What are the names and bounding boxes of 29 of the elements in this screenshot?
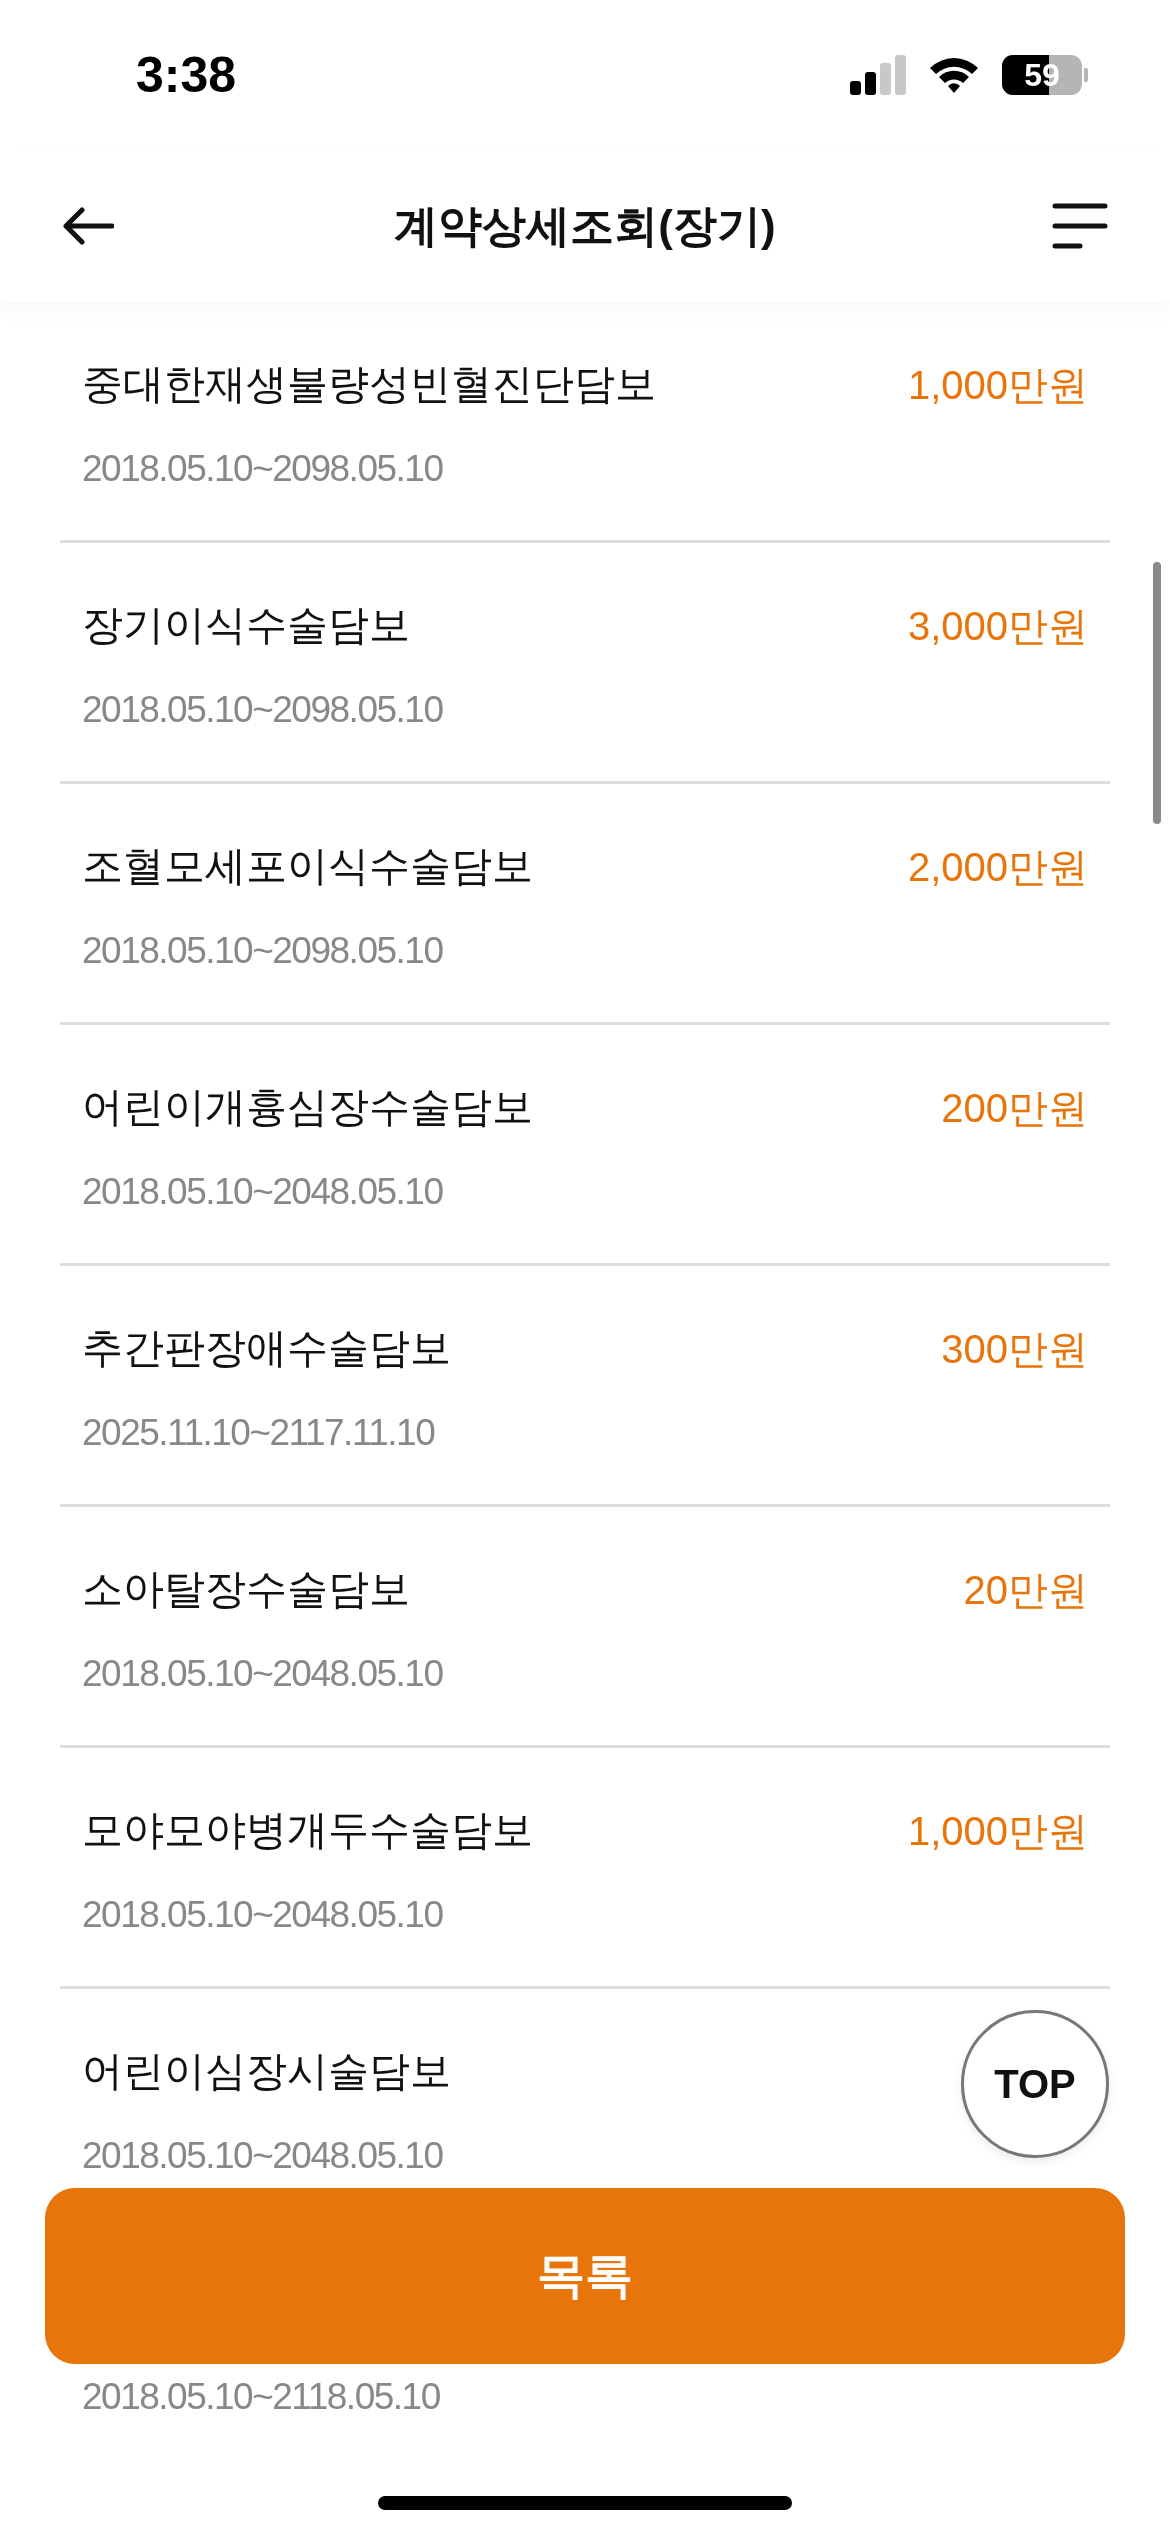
coverage-period: 2018.05.10~2048.05.10 <box>82 1893 444 1937</box>
status-time: 3:38 <box>136 45 237 105</box>
coverage-period: 2018.05.10~2118.05.10 <box>82 2375 441 2419</box>
coverage-amount: 200만원 <box>941 1085 1088 1132</box>
signal-icon <box>850 55 906 95</box>
coverage-period: 2018.05.10~2098.05.10 <box>82 447 444 491</box>
coverage-period: 2018.05.10~2098.05.10 <box>82 929 444 973</box>
top-button[interactable]: TOP <box>961 2010 1109 2158</box>
page-title: 계약상세조회(장기) <box>394 200 776 252</box>
coverage-period: 2018.05.10~2048.05.10 <box>82 2134 444 2178</box>
wifi-icon <box>928 55 980 95</box>
coverage-amount: 300만원 <box>941 1326 1088 1373</box>
coverage-amount: 1,000만원 <box>907 362 1088 409</box>
coverage-name: 추간판장애수술담보 <box>82 1324 451 1374</box>
coverage-period: 2018.05.10~2048.05.10 <box>82 1652 444 1696</box>
coverage-amount: 2,000만원 <box>907 844 1088 891</box>
coverage-name: 모야모야병개두수술담보 <box>82 1806 533 1856</box>
coverage-name: 어린이개흉심장수술담보 <box>82 1083 533 1133</box>
coverage-amount: 3,000만원 <box>907 603 1088 650</box>
coverage-name: 조혈모세포이식수술담보 <box>82 842 533 892</box>
coverage-name: 어린이심장시술담보 <box>82 2047 451 2097</box>
coverage-amount: 1,000만원 <box>907 1808 1088 1855</box>
coverage-name: 중대한재생불량성빈혈진단담보 <box>82 360 656 410</box>
coverage-name: 소아탈장수술담보 <box>82 1565 410 1615</box>
coverage-name: 장기이식수술담보 <box>82 601 410 651</box>
coverage-period: 2018.05.10~2098.05.10 <box>82 688 444 732</box>
coverage-period: 2018.05.10~2048.05.10 <box>82 1170 444 1214</box>
coverage-period: 2025.11.10~2117.11.10 <box>82 1411 436 1455</box>
coverage-amount: 20만원 <box>963 1567 1088 1614</box>
